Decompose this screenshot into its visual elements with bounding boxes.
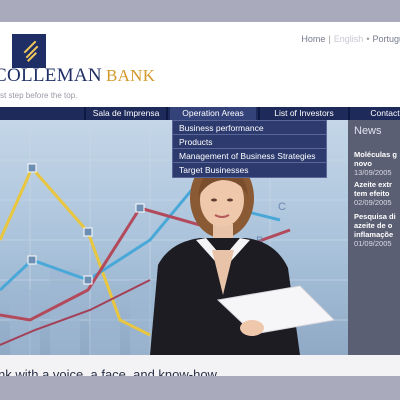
news-item-date: 02/09/2005 bbox=[354, 198, 392, 207]
news-heading: News bbox=[354, 125, 382, 137]
news-item-title[interactable]: novo bbox=[354, 159, 400, 168]
website-frame: Colleman Bank st step before the top. Hom… bbox=[0, 22, 400, 376]
footer-band: nk with a voice, a face, and know-how. bbox=[0, 355, 400, 376]
chart-label-c: C bbox=[278, 201, 286, 213]
news-item[interactable]: Moléculas g novo 13/09/2005 bbox=[354, 150, 400, 177]
bank-logo-icon[interactable] bbox=[12, 34, 46, 68]
nav-item-contact[interactable]: Contact bbox=[360, 107, 400, 120]
menu-item-management-strategies[interactable]: Management of Business Strategies bbox=[173, 149, 326, 163]
businesswoman-photo bbox=[150, 158, 336, 355]
home-link[interactable]: Home bbox=[301, 34, 325, 44]
nav-item-operation-areas[interactable]: Operation Areas bbox=[170, 107, 256, 120]
nav-separator bbox=[348, 107, 350, 120]
brand-name-text: Colleman bbox=[0, 65, 102, 86]
nav-separator bbox=[258, 107, 260, 120]
news-item-title[interactable]: azeite de o bbox=[354, 221, 400, 230]
news-item-title[interactable]: Pesquisa di bbox=[354, 212, 400, 221]
news-item-title[interactable]: inflamaçõe bbox=[354, 230, 400, 239]
menu-item-business-performance[interactable]: Business performance bbox=[173, 121, 326, 135]
footer-tagline: nk with a voice, a face, and know-how. bbox=[0, 367, 220, 376]
main-nav: Sala de Imprensa Operation Areas List of… bbox=[0, 107, 400, 120]
news-item-title[interactable]: Moléculas g bbox=[354, 150, 400, 159]
brand-name[interactable]: Colleman Bank bbox=[0, 65, 155, 87]
menu-item-target-businesses[interactable]: Target Businesses bbox=[173, 163, 326, 177]
link-bullet: • bbox=[366, 34, 370, 44]
portuguese-link[interactable]: Portugu bbox=[372, 34, 400, 44]
nav-item-list-of-investors[interactable]: List of Investors bbox=[262, 107, 346, 120]
brand-tagline: st step before the top. bbox=[0, 91, 78, 100]
brand-bank-text: Bank bbox=[105, 66, 156, 85]
news-item-title[interactable]: Azeite extr bbox=[354, 180, 400, 189]
top-links: Home|English•Portugu bbox=[301, 34, 400, 44]
english-link[interactable]: English bbox=[334, 34, 364, 44]
menu-item-products[interactable]: Products bbox=[173, 135, 326, 149]
operation-areas-dropdown: Business performance Products Management… bbox=[172, 120, 327, 178]
nav-item-press-room[interactable]: Sala de Imprensa bbox=[86, 107, 166, 120]
news-item[interactable]: Azeite extr tem efeito 02/09/2005 bbox=[354, 180, 400, 207]
link-separator: | bbox=[328, 34, 331, 44]
nav-separator bbox=[166, 107, 168, 120]
news-item-date: 01/09/2005 bbox=[354, 239, 392, 248]
news-item[interactable]: Pesquisa di azeite de o inflamaçõe 01/09… bbox=[354, 212, 400, 248]
news-item-title[interactable]: tem efeito bbox=[354, 189, 400, 198]
news-item-date: 13/09/2005 bbox=[354, 168, 392, 177]
news-panel: News Moléculas g novo 13/09/2005 Azeite … bbox=[348, 120, 400, 355]
